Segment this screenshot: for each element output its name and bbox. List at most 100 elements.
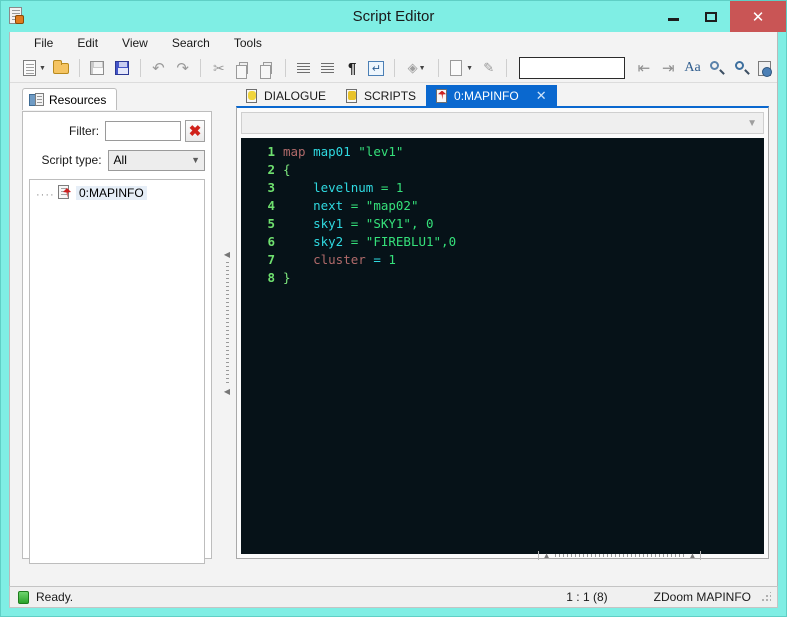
menu-file[interactable]: File — [22, 34, 65, 52]
close-icon: ✕ — [751, 8, 765, 26]
line-number: 2 — [267, 162, 275, 177]
tab-mapinfo-label: 0:MAPINFO — [454, 88, 519, 103]
show-whitespace-button[interactable]: ¶ — [341, 56, 364, 80]
list-item[interactable]: ···· 0:MAPINFO — [30, 184, 204, 202]
line-text: next = "map02" — [313, 198, 419, 213]
editor-tab-strip: DIALOGUE SCRIPTS 0:MAPINFO ✕ — [236, 84, 769, 106]
code-line: 2{ — [241, 161, 764, 179]
editor-panel: DIALOGUE SCRIPTS 0:MAPINFO ✕ ▼ 1 map map… — [236, 84, 777, 562]
increase-indent-icon — [319, 60, 336, 77]
tab-scripts-label: SCRIPTS — [364, 88, 417, 103]
edit-properties-button[interactable]: ✎ — [477, 56, 500, 80]
line-number: 3 — [267, 180, 275, 195]
mapinfo-file-icon — [436, 88, 449, 103]
toolbar-separator — [285, 59, 287, 77]
clear-filter-button[interactable]: ✖ — [185, 119, 205, 142]
pilcrow-icon: ¶ — [348, 59, 357, 77]
resources-content: Filter: ✖ Script type: All ▼ ···· 0:MAPI… — [22, 110, 212, 564]
font-aa-icon: Aa — [684, 60, 701, 75]
script-type-label: Script type: — [41, 153, 102, 167]
find-replace-button[interactable] — [705, 56, 728, 80]
language-mode: ZDoom MAPINFO — [653, 590, 751, 604]
code-line: 7 cluster = 1 — [241, 251, 764, 269]
script-editor-window: Script Editor ✕ File Edit View Search To… — [0, 0, 787, 617]
tab-mapinfo[interactable]: 0:MAPINFO ✕ — [426, 85, 557, 106]
line-number: 8 — [267, 270, 275, 285]
redo-arrow-icon: ↷ — [176, 59, 189, 77]
toolbar-separator — [200, 59, 202, 77]
font-size-button[interactable]: Aa — [681, 56, 704, 80]
menu-edit[interactable]: Edit — [65, 34, 110, 52]
resource-tree[interactable]: ···· 0:MAPINFO — [29, 178, 205, 564]
menu-search[interactable]: Search — [160, 34, 222, 52]
search-input[interactable] — [519, 57, 626, 79]
status-message: Ready. — [36, 590, 74, 604]
wrap-lines-button[interactable]: ↵ — [365, 56, 388, 80]
find-back-button[interactable]: ⇤ — [632, 56, 655, 80]
close-button[interactable]: ✕ — [730, 1, 786, 32]
find-forward-button[interactable]: ⇥ — [657, 56, 680, 80]
reference-button[interactable] — [754, 56, 777, 80]
dialogue-file-icon — [246, 88, 259, 103]
line-text: sky2 = "FIREBLU1",0 — [313, 234, 457, 249]
vertical-splitter[interactable]: ◀ ◀ — [218, 84, 236, 562]
tree-connector-icon: ···· — [36, 189, 55, 201]
code-line: 8} — [241, 269, 764, 287]
copy-button[interactable] — [232, 56, 255, 80]
line-number: 1 — [267, 144, 275, 159]
code-area[interactable]: 1 map map01 "lev1" 2{3 levelnum = 14 next … — [241, 138, 764, 554]
tab-resources-label: Resources — [49, 92, 107, 107]
app-icon — [7, 6, 27, 28]
window-controls: ✕ — [654, 1, 786, 32]
pencil-page-icon: ✎ — [483, 60, 495, 75]
save-disk-icon — [89, 60, 106, 77]
tree-item-label: 0:MAPINFO — [76, 185, 147, 200]
paste-button[interactable] — [256, 56, 279, 80]
script-type-select[interactable]: All ▼ — [107, 149, 205, 171]
compile-button[interactable]: ◈ ▼ — [401, 56, 432, 80]
open-file-button[interactable] — [50, 56, 73, 80]
export-button[interactable]: ▼ — [445, 56, 476, 80]
save-all-button[interactable] — [111, 56, 134, 80]
puzzle-piece-icon: ◈ — [407, 60, 418, 75]
chevron-down-icon: ▼ — [418, 64, 426, 72]
indent-button[interactable] — [316, 56, 339, 80]
filter-input[interactable] — [105, 120, 182, 141]
new-file-button[interactable]: ▼ — [18, 56, 49, 80]
clipboard-paste-icon — [259, 60, 276, 79]
horizontal-splitter[interactable]: ▲ ▲ — [236, 548, 787, 562]
tab-scripts[interactable]: SCRIPTS — [336, 85, 426, 106]
navigation-combo[interactable]: ▼ — [241, 112, 764, 134]
minimize-icon — [667, 18, 679, 21]
new-document-icon — [21, 59, 38, 77]
zoom-button[interactable] — [729, 56, 752, 80]
undo-button[interactable]: ↶ — [147, 56, 170, 80]
tab-dialogue[interactable]: DIALOGUE — [236, 85, 336, 106]
tab-resources[interactable]: Resources — [22, 88, 118, 110]
line-text: sky1 = "SKY1", 0 — [313, 216, 434, 231]
chevron-down-icon: ▼ — [191, 155, 200, 165]
chevron-down-icon: ▼ — [39, 64, 46, 72]
decrease-indent-icon — [295, 60, 312, 77]
filter-row: Filter: ✖ — [29, 119, 205, 142]
menu-tools[interactable]: Tools — [222, 34, 274, 52]
menu-view[interactable]: View — [110, 34, 160, 52]
line-number: 5 — [267, 216, 275, 231]
undo-arrow-icon: ↶ — [152, 59, 165, 77]
chevron-down-icon: ▼ — [466, 64, 474, 72]
title-bar: Script Editor ✕ — [1, 1, 786, 32]
tab-dialogue-label: DIALOGUE — [264, 88, 327, 103]
line-text: map map01 "lev1" — [283, 144, 404, 159]
resize-grip-icon[interactable] — [761, 592, 771, 602]
redo-button[interactable]: ↷ — [171, 56, 194, 80]
save-button[interactable] — [86, 56, 109, 80]
tab-close-icon[interactable]: ✕ — [536, 88, 547, 104]
reference-book-icon — [757, 60, 774, 77]
cut-button[interactable]: ✂ — [207, 56, 230, 80]
maximize-button[interactable] — [692, 1, 730, 32]
line-number: 7 — [267, 252, 275, 267]
unindent-button[interactable] — [292, 56, 315, 80]
code-line: 4 next = "map02" — [241, 197, 764, 215]
minimize-button[interactable] — [654, 1, 692, 32]
magnifier-lines-icon — [708, 60, 725, 77]
